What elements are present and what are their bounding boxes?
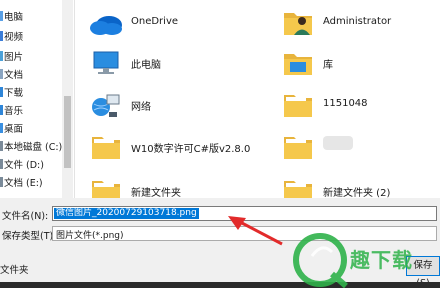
folder-icon (92, 137, 120, 159)
library-folder-icon (284, 54, 312, 75)
save-type-select[interactable]: 图片文件(*.png) (52, 226, 437, 241)
file-item-w10-folder[interactable]: W10数字许可C#版v2.8.0 (89, 128, 269, 168)
nav-item-this-pc[interactable]: 电脑 (0, 10, 23, 26)
folder-icon (284, 95, 312, 117)
nav-item-label: 图片 (4, 52, 24, 63)
nav-item-label: 音乐 (4, 106, 24, 117)
file-item-this-pc[interactable]: 此电脑 (89, 44, 239, 84)
drive-icon (0, 141, 3, 151)
nav-item-drive-c[interactable]: 本地磁盘 (C:) (0, 140, 62, 156)
download-icon (0, 87, 3, 97)
file-item-onedrive[interactable]: OneDrive (89, 4, 239, 44)
desktop-icon (0, 123, 3, 133)
nav-item-label: 文档 (E:) (4, 178, 43, 189)
nav-item-downloads[interactable]: 下载 (0, 86, 23, 102)
nav-item-label: 下载 (4, 88, 24, 99)
file-item-label: Administrator (323, 16, 392, 27)
filename-input[interactable]: 微信图片_20200729103718.png (52, 206, 437, 221)
nav-item-drive-d[interactable]: 文件 (D:) (0, 158, 44, 174)
file-item-network[interactable]: 网络 (89, 86, 239, 126)
save-type-value: 图片文件(*.png) (56, 231, 124, 241)
file-item-label: W10数字许可C#版v2.8.0 (131, 144, 251, 155)
file-item-label: 网络 (131, 102, 151, 113)
save-type-label: 保存类型(T): (2, 231, 57, 242)
picture-icon (0, 51, 3, 61)
file-item-label: 新建文件夹 (2) (323, 188, 391, 199)
nav-item-label: 视频 (4, 32, 24, 43)
filename-label: 文件名(N): (2, 211, 49, 222)
music-icon (0, 105, 3, 115)
file-list: OneDrive Administrator 此电脑 库 网络 1151048 … (75, 0, 440, 203)
blurred-label (323, 136, 353, 150)
drive-icon (0, 177, 3, 187)
folder-icon (284, 137, 312, 159)
nav-item-desktop[interactable]: 桌面 (0, 122, 23, 138)
scrollbar-thumb[interactable] (64, 96, 71, 168)
nav-item-music[interactable]: 音乐 (0, 104, 23, 120)
nav-item-label: 电脑 (4, 12, 24, 23)
nav-item-drive-e[interactable]: 文档 (E:) (0, 176, 43, 192)
nav-item-videos[interactable]: 视频 (0, 30, 23, 46)
hide-folders-toggle[interactable]: 文件夹 (0, 262, 29, 276)
video-icon (0, 31, 3, 41)
file-item-folder-1151048[interactable]: 1151048 (281, 86, 431, 126)
this-pc-icon (93, 51, 119, 74)
nav-item-pictures[interactable]: 图片 (0, 50, 23, 66)
sidebar-scrollbar[interactable] (62, 0, 73, 198)
file-item-label: 1151048 (323, 98, 368, 109)
file-item-library[interactable]: 库 (281, 44, 431, 84)
network-icon (92, 94, 120, 117)
file-item-blurred-folder[interactable] (281, 128, 431, 168)
nav-item-label: 文件 (D:) (4, 160, 44, 171)
file-item-label: 库 (323, 60, 333, 71)
file-item-label: 新建文件夹 (131, 188, 181, 199)
navigation-pane: 电脑 视频 图片 文档 下载 音乐 桌面 本地磁盘 (C:) 文件 (D:) 文… (0, 0, 75, 198)
nav-item-documents[interactable]: 文档 (0, 68, 23, 84)
nav-item-label: 文档 (4, 70, 24, 81)
file-item-administrator[interactable]: Administrator (281, 4, 431, 44)
pc-icon (0, 11, 3, 21)
save-form: 文件名(N): 微信图片_20200729103718.png 保存类型(T):… (0, 198, 440, 289)
filename-value: 微信图片_20200729103718.png (54, 208, 199, 219)
watermark-text: 趣下载 (350, 248, 413, 272)
taskbar (0, 282, 440, 288)
file-item-label: 此电脑 (131, 60, 161, 71)
user-folder-icon (284, 13, 312, 35)
document-icon (0, 69, 3, 79)
onedrive-icon (90, 16, 122, 35)
nav-item-label: 本地磁盘 (C:) (4, 142, 63, 153)
nav-item-label: 桌面 (4, 124, 24, 135)
file-item-label: OneDrive (131, 16, 179, 27)
drive-icon (0, 159, 3, 169)
